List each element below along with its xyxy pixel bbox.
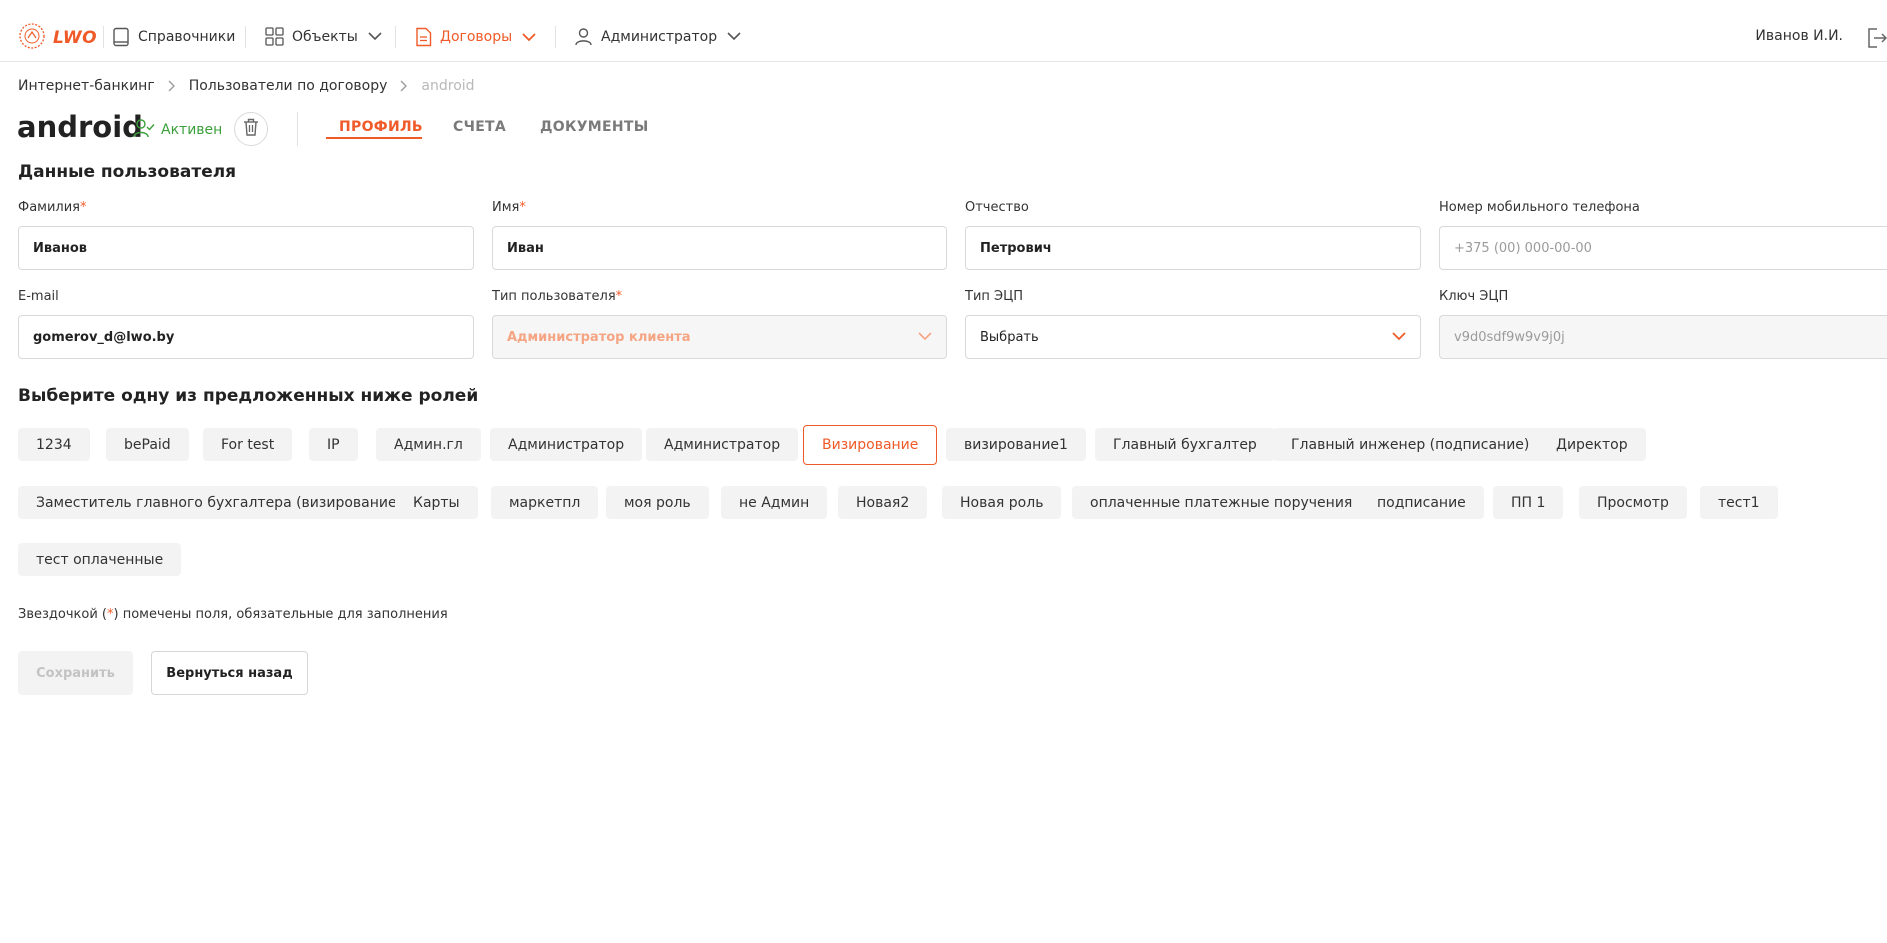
role-chip[interactable]: Главный бухгалтер — [1095, 428, 1275, 461]
phone-field[interactable]: +375 (00) 000-00-00 — [1439, 226, 1887, 270]
book-icon — [112, 27, 130, 47]
status-badge: Активен — [133, 118, 222, 142]
current-user-name[interactable]: Иванов И.И. — [1755, 28, 1843, 44]
back-button[interactable]: Вернуться назад — [151, 651, 308, 695]
nav-item-contracts[interactable]: Договоры — [415, 27, 536, 47]
nav-divider — [555, 26, 556, 48]
chevron-down-icon — [368, 32, 382, 41]
user-icon — [574, 27, 593, 46]
tab-accounts[interactable]: СЧЕТА — [453, 119, 506, 135]
required-fields-note: Звездочкой (*) помечены поля, обязательн… — [18, 607, 448, 622]
surname-field[interactable]: Иванов — [18, 226, 474, 270]
active-tab-indicator — [326, 137, 422, 139]
role-chip[interactable]: For test — [203, 428, 293, 461]
role-chip[interactable]: Главный инженер (подписание) — [1273, 428, 1548, 461]
chevron-down-icon — [727, 32, 741, 41]
tab-documents[interactable]: ДОКУМЕНТЫ — [540, 119, 649, 135]
logo[interactable]: LWO — [18, 22, 97, 54]
role-chip[interactable]: маркетпл — [491, 486, 599, 519]
document-icon — [415, 27, 432, 47]
delete-button[interactable] — [234, 112, 268, 146]
role-chip[interactable]: Директор — [1538, 428, 1646, 461]
nav-item-label: Объекты — [292, 28, 358, 45]
role-chip[interactable]: тест1 — [1700, 486, 1778, 519]
role-chip[interactable]: bePaid — [106, 428, 189, 461]
role-chip[interactable]: Новая роль — [942, 486, 1062, 519]
user-check-icon — [133, 118, 155, 142]
email-label: E-mail — [18, 289, 59, 304]
breadcrumb-current: android — [421, 78, 475, 94]
nav-item-label: Договоры — [440, 29, 513, 45]
user-type-label: Тип пользователя* — [492, 289, 623, 304]
role-chip[interactable]: IP — [309, 428, 358, 461]
nav-item-objects[interactable]: Объекты — [265, 27, 382, 46]
chevron-right-icon — [168, 80, 176, 92]
nav-item-label: Администратор — [601, 28, 718, 45]
patronymic-field[interactable]: Петрович — [965, 226, 1421, 270]
roles-section-title: Выберите одну из предложенных ниже ролей — [18, 386, 479, 406]
role-chip[interactable]: визирование1 — [946, 428, 1086, 461]
logo-emblem-icon — [18, 22, 46, 54]
nav-item-directories[interactable]: Справочники — [112, 27, 235, 47]
name-field[interactable]: Иван — [492, 226, 947, 270]
grid-icon — [265, 27, 284, 46]
role-chip[interactable]: тест оплаченные — [18, 543, 182, 576]
surname-label: Фамилия* — [18, 200, 87, 215]
ecp-type-value: Выбрать — [980, 329, 1039, 345]
role-chip[interactable]: 1234 — [18, 428, 90, 461]
chevron-down-icon — [918, 330, 932, 345]
nav-divider — [395, 26, 396, 48]
breadcrumb: Интернет-банкинг Пользователи по договор… — [18, 78, 475, 94]
name-label: Имя* — [492, 200, 526, 215]
nav-item-label: Справочники — [138, 29, 236, 45]
role-chip[interactable]: Администратор — [646, 428, 799, 461]
chevron-down-icon — [522, 32, 536, 42]
save-button[interactable]: Сохранить — [18, 651, 133, 695]
patronymic-label: Отчество — [965, 200, 1029, 215]
role-chip[interactable]: Админ.гл — [376, 428, 481, 461]
role-chip[interactable]: Администратор — [490, 428, 643, 461]
role-chip[interactable]: ПП 1 — [1493, 486, 1564, 519]
logo-text: LWO — [53, 28, 98, 48]
header-divider — [297, 112, 298, 146]
ecp-type-select[interactable]: Выбрать — [965, 315, 1421, 359]
logout-icon[interactable] — [1865, 27, 1887, 53]
user-type-select[interactable]: Администратор клиента — [492, 315, 947, 359]
user-type-value: Администратор клиента — [507, 329, 691, 345]
status-label: Активен — [161, 122, 223, 138]
role-chip[interactable]: Заместитель главного бухгалтера (визиров… — [18, 486, 421, 519]
chevron-right-icon — [400, 80, 408, 92]
nav-divider — [103, 26, 104, 48]
breadcrumb-item[interactable]: Интернет-банкинг — [18, 78, 155, 94]
breadcrumb-item[interactable]: Пользователи по договору — [189, 78, 388, 94]
role-chip[interactable]: Карты — [395, 486, 478, 519]
ecp-key-field[interactable]: v9d0sdf9w9v9j0j — [1439, 315, 1887, 359]
tab-profile[interactable]: ПРОФИЛЬ — [339, 119, 423, 135]
phone-label: Номер мобильного телефона — [1439, 200, 1640, 215]
role-chip[interactable]: не Админ — [721, 486, 828, 519]
role-chip[interactable]: оплаченные платежные поручения — [1072, 486, 1371, 519]
page-title: android — [17, 110, 143, 144]
role-chip[interactable]: моя роль — [606, 486, 709, 519]
ecp-key-label: Ключ ЭЦП — [1439, 289, 1509, 304]
user-data-section-title: Данные пользователя — [18, 162, 237, 182]
role-chip[interactable]: Просмотр — [1579, 486, 1687, 519]
role-chip-selected[interactable]: Визирование — [803, 425, 938, 465]
role-chip[interactable]: подписание — [1359, 486, 1484, 519]
chevron-down-icon — [1392, 330, 1406, 345]
nav-divider — [245, 26, 246, 48]
trash-icon — [243, 118, 259, 140]
ecp-type-label: Тип ЭЦП — [965, 289, 1023, 304]
email-field[interactable]: gomerov_d@lwo.by — [18, 315, 474, 359]
nav-item-administrator[interactable]: Администратор — [574, 27, 741, 46]
role-chip[interactable]: Новая2 — [838, 486, 928, 519]
top-navigation-bar: LWO Справочники Объекты Договоры Админис… — [0, 0, 1887, 62]
